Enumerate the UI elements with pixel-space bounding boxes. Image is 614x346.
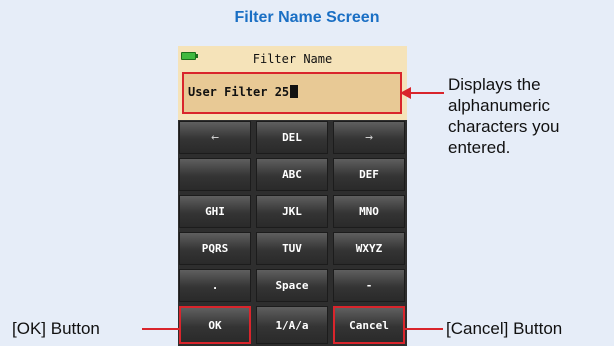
delete-key[interactable]: DEL xyxy=(256,121,328,154)
period-key[interactable]: . xyxy=(179,269,251,302)
pqrs-key[interactable]: PQRS xyxy=(179,232,251,265)
cursor-left-key[interactable]: ← xyxy=(179,121,251,154)
ghi-key[interactable]: GHI xyxy=(179,195,251,228)
def-key[interactable]: DEF xyxy=(333,158,405,191)
hyphen-key[interactable]: - xyxy=(333,269,405,302)
cursor-right-key[interactable]: → xyxy=(333,121,405,154)
space-key[interactable]: Space xyxy=(256,269,328,302)
ok-button[interactable]: OK xyxy=(179,306,251,344)
tuv-key[interactable]: TUV xyxy=(256,232,328,265)
figure-caption: Filter Name Screen xyxy=(234,9,380,26)
display-text-line: User Filter 25 xyxy=(188,85,299,99)
display-callout-line xyxy=(410,92,444,94)
cancel-callout-line xyxy=(405,328,443,330)
cancel-annotation: [Cancel] Button xyxy=(446,319,563,338)
wxyz-key[interactable]: WXYZ xyxy=(333,232,405,265)
keypad: ← DEL → ABC DEF GHI JKL MNO PQRS TUV WXY… xyxy=(178,120,407,346)
abc-key[interactable]: ABC xyxy=(256,158,328,191)
mno-key[interactable]: MNO xyxy=(333,195,405,228)
display-value: User Filter 25 xyxy=(188,85,290,99)
blank-key[interactable] xyxy=(179,158,251,191)
ok-callout-line xyxy=(142,328,180,330)
case-toggle-key[interactable]: 1/A/a xyxy=(256,306,328,344)
jkl-key[interactable]: JKL xyxy=(256,195,328,228)
screen-title: Filter Name xyxy=(252,52,333,66)
ok-annotation: [OK] Button xyxy=(12,319,100,338)
name-display: User Filter 25 xyxy=(182,72,402,114)
cancel-button[interactable]: Cancel xyxy=(333,306,405,344)
text-cursor xyxy=(290,85,299,98)
title-panel: Filter Name User Filter 25 xyxy=(178,46,407,120)
device-screen: Filter Name User Filter 25 ← DEL → ABC D… xyxy=(178,46,407,346)
display-annotation: Displays the alphanumeric characters you… xyxy=(448,75,560,157)
